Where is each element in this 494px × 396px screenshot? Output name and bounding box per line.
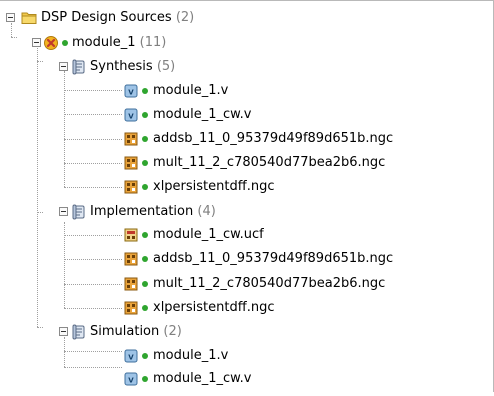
- file-name: xlpersistentdff.ngc: [153, 300, 275, 315]
- status-dot: [142, 232, 148, 238]
- status-dot: [142, 305, 148, 311]
- node-count: (2): [175, 10, 195, 25]
- netlist-file-icon: [123, 155, 139, 171]
- collapse-toggle[interactable]: [59, 207, 68, 216]
- scroll-icon: [71, 59, 87, 75]
- verilog-file-icon: V: [123, 348, 139, 364]
- svg-text:V: V: [128, 377, 134, 385]
- status-dot: [142, 376, 148, 382]
- status-dot: [142, 160, 148, 166]
- folder-icon: [21, 10, 37, 26]
- file-name: module_1_cw.v: [153, 107, 252, 122]
- file-name: addsb_11_0_95379d49f89d651b.ngc: [153, 131, 394, 146]
- node-count: (2): [163, 324, 182, 339]
- status-dot: [142, 281, 148, 287]
- svg-text:V: V: [128, 113, 134, 121]
- status-dot: [62, 40, 68, 46]
- scroll-icon: [71, 324, 87, 340]
- collapse-toggle[interactable]: [59, 62, 68, 71]
- netlist-file-icon: [123, 300, 139, 316]
- panel-top-border: [0, 0, 494, 1]
- file-name: module_1_cw.v: [153, 371, 252, 386]
- file-name: module_1_cw.ucf: [153, 227, 264, 242]
- file-name: xlpersistentdff.ngc: [153, 179, 275, 194]
- node-label: DSP Design Sources: [41, 10, 172, 25]
- status-dot: [142, 112, 148, 118]
- node-label: Simulation: [90, 324, 160, 339]
- svg-text:V: V: [128, 354, 134, 362]
- node-label: Synthesis: [90, 59, 153, 74]
- file-name: module_1.v: [153, 348, 229, 363]
- netlist-file-icon: [123, 131, 139, 147]
- design-sources-tree: DSP Design Sources (2) module_1 (11) Syn…: [0, 0, 494, 392]
- netlist-file-icon: [123, 179, 139, 195]
- netlist-file-icon: [123, 251, 139, 267]
- scroll-icon: [71, 204, 87, 220]
- node-label: Implementation: [90, 204, 194, 219]
- status-dot: [142, 353, 148, 359]
- collapse-toggle[interactable]: [6, 13, 15, 22]
- node-count: (5): [156, 59, 176, 74]
- file-name: addsb_11_0_95379d49f89d651b.ngc: [153, 251, 394, 266]
- file-name: mult_11_2_c780540d77bea2b6.ngc: [153, 276, 386, 291]
- status-dot: [142, 256, 148, 262]
- verilog-file-icon: V: [123, 107, 139, 123]
- file-name: mult_11_2_c780540d77bea2b6.ngc: [153, 155, 386, 170]
- verilog-file-icon: V: [123, 83, 139, 99]
- node-label: module_1: [72, 35, 136, 50]
- constraints-file-icon: [123, 227, 139, 243]
- collapse-toggle[interactable]: [32, 38, 41, 47]
- status-dot: [142, 88, 148, 94]
- collapse-toggle[interactable]: [59, 327, 68, 336]
- file-name: module_1.v: [153, 83, 229, 98]
- status-dot: [142, 184, 148, 190]
- verilog-file-icon: V: [123, 371, 139, 387]
- node-count: (11): [139, 35, 167, 50]
- svg-text:V: V: [128, 89, 134, 97]
- netlist-file-icon: [123, 276, 139, 292]
- node-count: (4): [197, 204, 216, 219]
- status-dot: [142, 136, 148, 142]
- module-icon: [43, 35, 59, 51]
